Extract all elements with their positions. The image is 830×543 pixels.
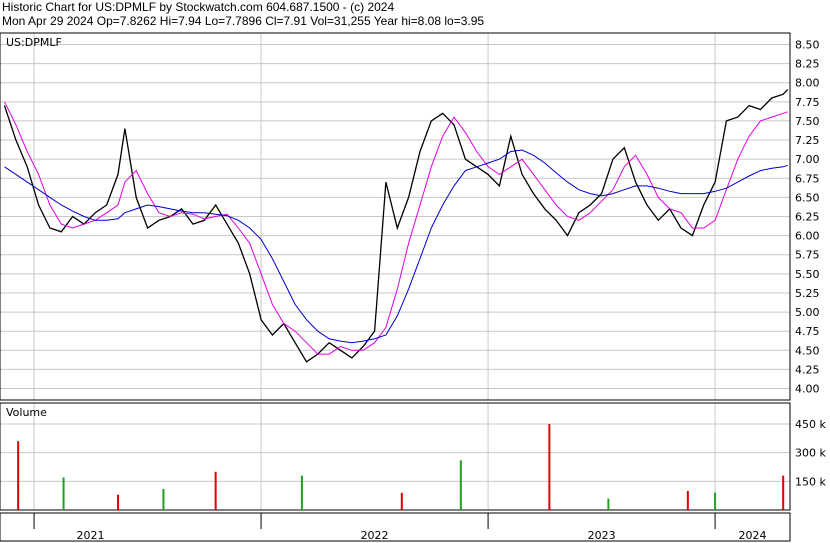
price-panel-label: US:DPMLF [6,36,62,49]
price-tick-label: 4.50 [795,344,820,357]
long-moving-average [4,149,788,344]
volume-panel-frame [0,402,791,511]
volume-bar [62,477,65,510]
volume-panel-label: Volume [6,406,47,419]
x-tick-label: 2021 [77,529,105,542]
volume-bar [400,492,403,510]
volume-bar [607,498,610,510]
volume-bar [214,471,217,510]
price-tick-label: 6.75 [795,172,820,185]
volume-bar [686,490,689,510]
time-axis-frame [0,512,791,542]
price-tick-label: 4.25 [795,363,820,376]
volume-bar [782,475,785,510]
volume-bar [714,492,717,510]
price-tick-label: 4.00 [795,383,820,396]
price-tick-label: 6.50 [795,191,820,204]
x-tick-label: 2024 [739,529,767,542]
price-tick-label: 7.25 [795,134,820,147]
price-tick-label: 7.75 [795,96,820,109]
price-tick-label: 5.00 [795,306,820,319]
volume-bar [300,475,303,510]
volume-tick-label: 450 k [795,418,826,431]
x-tick-label: 2023 [588,529,616,542]
volume-bars [17,424,785,510]
price-tick-label: 7.50 [795,115,820,128]
x-tick-label: 2022 [361,529,389,542]
price-tick-label: 5.50 [795,268,820,281]
price-tick-label: 5.75 [795,249,820,262]
price-tick-label: 4.75 [795,325,820,338]
volume-bar [459,460,462,510]
price-tick-label: 6.00 [795,230,820,243]
price-tick-label: 8.25 [795,58,820,71]
stock-chart: US:DPMLF Volume 8.50 8.25 8.00 7.75 7.50 7.25… [0,32,826,542]
volume-tick-label: 150 k [795,475,826,488]
volume-bar [17,441,20,510]
price-tick-label: 7.00 [795,153,820,166]
volume-bar [117,494,120,510]
volume-bar [548,424,551,510]
price-tick-label: 8.50 [795,38,820,51]
volume-tick-label: 300 k [795,447,826,460]
price-tick-label: 8.00 [795,77,820,90]
price-line [3,89,789,363]
price-tick-label: 5.25 [795,287,820,300]
volume-bar [162,488,165,510]
price-tick-label: 6.25 [795,211,820,224]
volume-grid [0,403,790,510]
